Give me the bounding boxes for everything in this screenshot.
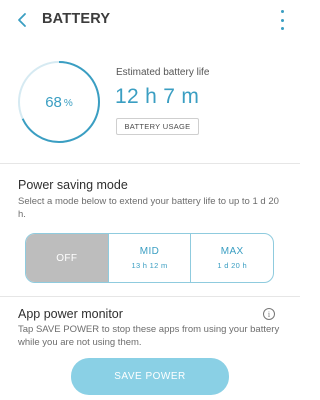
mode-max-option[interactable]: MAX 1 d 20 h bbox=[190, 234, 273, 282]
power-saving-title: Power saving mode bbox=[18, 178, 128, 192]
battery-percent: 68 bbox=[45, 93, 62, 111]
mode-off-option[interactable]: OFF bbox=[26, 234, 108, 282]
estimated-life-value: 12 h 7 m bbox=[115, 85, 200, 108]
battery-screen: BATTERY 68 % Estimated battery life 12 h… bbox=[0, 0, 300, 400]
more-vertical-icon bbox=[280, 10, 284, 13]
mode-duration: 1 d 20 h bbox=[217, 261, 247, 270]
app-bar: BATTERY bbox=[0, 0, 300, 40]
page-title: BATTERY bbox=[42, 11, 111, 27]
chevron-left-icon bbox=[18, 13, 26, 27]
app-power-monitor-description: Tap SAVE POWER to stop these apps from u… bbox=[18, 324, 280, 348]
mode-duration: 13 h 12 m bbox=[131, 261, 168, 270]
app-power-monitor-title: App power monitor bbox=[18, 307, 123, 321]
battery-level-ring: 68 % bbox=[17, 60, 101, 144]
mode-label: MID bbox=[139, 246, 160, 257]
save-power-button[interactable]: SAVE POWER bbox=[71, 358, 229, 395]
back-button[interactable] bbox=[12, 8, 32, 32]
divider bbox=[0, 163, 300, 164]
mode-mid-option[interactable]: MID 13 h 12 m bbox=[107, 234, 191, 282]
estimated-life-label: Estimated battery life bbox=[116, 67, 210, 78]
power-saving-description: Select a mode below to extend your batte… bbox=[18, 196, 279, 220]
mode-label: OFF bbox=[56, 252, 78, 264]
more-options-button[interactable] bbox=[278, 10, 286, 30]
info-icon[interactable]: i bbox=[263, 308, 275, 320]
power-mode-selector: OFF MID 13 h 12 m MAX 1 d 20 h bbox=[25, 233, 274, 283]
mode-label: MAX bbox=[220, 246, 244, 257]
percent-symbol: % bbox=[63, 98, 73, 109]
divider bbox=[0, 296, 300, 297]
battery-usage-button[interactable]: BATTERY USAGE bbox=[116, 118, 199, 135]
